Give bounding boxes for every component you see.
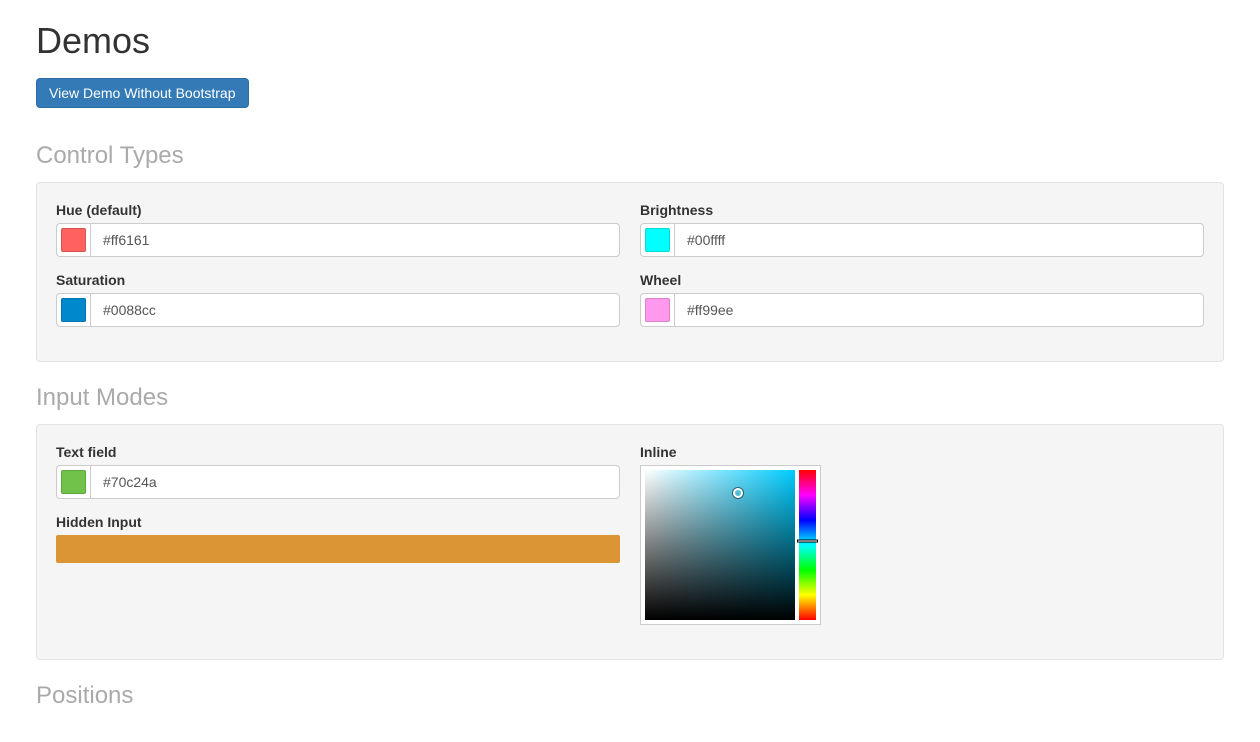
section-heading-control-types: Control Types [36, 142, 1224, 170]
text-field-swatch-color [61, 470, 86, 494]
section-heading-positions: Positions [36, 682, 1224, 710]
text-field-label: Text field [56, 444, 620, 460]
wheel-swatch[interactable] [640, 293, 674, 327]
panel-input-modes: Text field Hidden Input Inline [36, 424, 1224, 660]
hue-swatch[interactable] [56, 223, 90, 257]
wheel-swatch-color [645, 298, 670, 322]
view-demo-button[interactable]: View Demo Without Bootstrap [36, 78, 249, 108]
saturation-swatch-color [61, 298, 86, 322]
saturation-overlay [645, 470, 795, 620]
brightness-input[interactable] [674, 223, 1204, 257]
saturation-swatch[interactable] [56, 293, 90, 327]
brightness-swatch[interactable] [640, 223, 674, 257]
saturation-indicator [733, 488, 743, 498]
panel-control-types: Hue (default) Saturation [36, 182, 1224, 362]
inline-picker [640, 465, 821, 625]
saturation-label: Saturation [56, 272, 620, 288]
text-field-input[interactable] [90, 465, 620, 499]
wheel-label: Wheel [640, 272, 1204, 288]
brightness-label: Brightness [640, 202, 1204, 218]
brightness-swatch-color [645, 228, 670, 252]
inline-label: Inline [640, 444, 1204, 460]
hue-slider[interactable] [799, 470, 816, 620]
hue-input[interactable] [90, 223, 620, 257]
hue-label: Hue (default) [56, 202, 620, 218]
hue-indicator [797, 539, 818, 542]
hidden-input-bar[interactable] [56, 535, 620, 563]
saturation-input[interactable] [90, 293, 620, 327]
text-field-swatch[interactable] [56, 465, 90, 499]
page-title: Demos [36, 20, 1224, 62]
section-heading-input-modes: Input Modes [36, 384, 1224, 412]
hidden-input-label: Hidden Input [56, 514, 620, 530]
wheel-input[interactable] [674, 293, 1204, 327]
hue-swatch-color [61, 228, 86, 252]
saturation-panel[interactable] [645, 470, 795, 620]
